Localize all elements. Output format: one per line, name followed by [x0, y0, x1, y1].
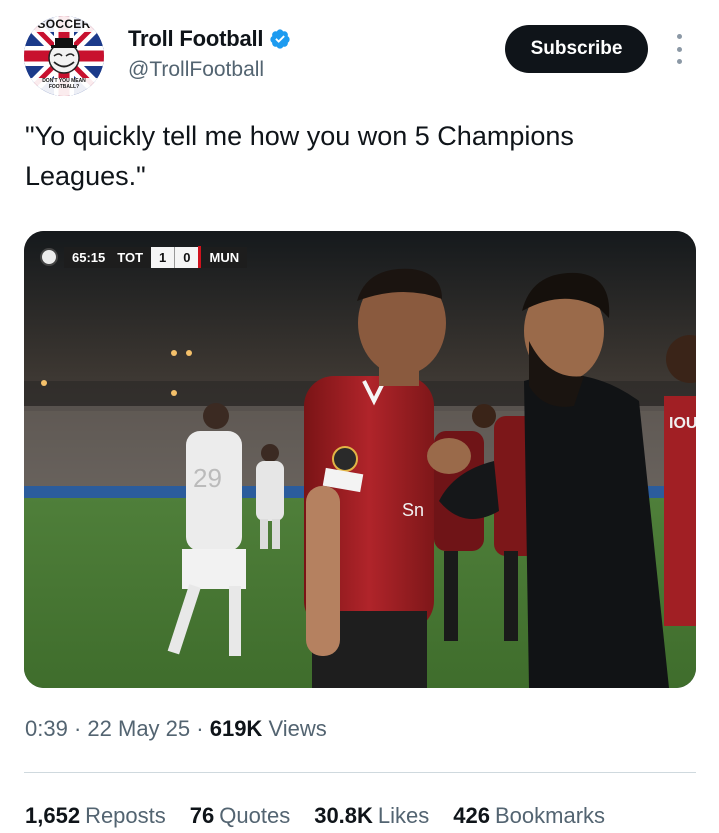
dot: [676, 46, 682, 52]
engagement-stats: 1,652 Reposts 76 Quotes 30.8K Likes 426 Book…: [25, 803, 605, 829]
quotes-count: 76: [189, 803, 215, 828]
scoreboard: 65:15 TOT 1 0 MUN: [40, 246, 248, 268]
bookmarks-label: Bookmarks: [495, 803, 606, 828]
avatar-top-text: SOCCER: [37, 17, 91, 31]
reposts-label: Reposts: [85, 803, 166, 828]
away-score: 0: [174, 246, 199, 268]
post-time[interactable]: 0:39: [25, 716, 68, 741]
dot: [676, 59, 682, 64]
jersey-sponsor: Sn: [402, 500, 424, 520]
bookmarks-stat[interactable]: 426 Bookmarks: [453, 803, 605, 829]
post-date[interactable]: 22 May 25: [87, 716, 190, 741]
quotes-stat[interactable]: 76 Quotes: [190, 803, 290, 829]
home-team: TOT: [113, 246, 152, 268]
reposts-count: 1,652: [25, 803, 81, 828]
views-label: Views: [268, 716, 327, 741]
reposts-stat[interactable]: 1,652 Reposts: [25, 803, 166, 829]
meta-separator: ·: [73, 716, 82, 741]
dot: [676, 34, 682, 39]
likes-stat[interactable]: 30.8K Likes: [314, 803, 429, 829]
verified-badge-icon[interactable]: [269, 28, 291, 50]
tweet-media-video[interactable]: 29 Sn IOU 65:15 TOT 1 0 MUN: [24, 231, 696, 688]
name-row: Troll Football: [128, 26, 291, 52]
europa-league-logo-icon: [40, 248, 58, 266]
home-score: 1: [151, 246, 175, 268]
likes-label: Likes: [377, 803, 430, 828]
bookmarks-count: 426: [453, 803, 490, 828]
match-clock: 65:15: [64, 246, 114, 268]
subscribe-button[interactable]: Subscribe: [505, 25, 648, 73]
tweet-meta: 0:39 · 22 May 25 · 619K Views: [25, 716, 327, 742]
sleeve-text: IOU: [669, 415, 696, 432]
meta-separator: ·: [196, 716, 204, 741]
video-frame: 29 Sn IOU: [24, 231, 696, 688]
player-number: 29: [193, 463, 222, 493]
divider: [24, 772, 696, 773]
tweet-header: SOCCER DON'T YOU MEAN FOOTBALL? Troll Fo…: [0, 0, 719, 110]
views-count: 619K: [209, 716, 263, 741]
tweet-text: "Yo quickly tell me how you won 5 Champi…: [25, 121, 574, 191]
away-team: MUN: [201, 246, 248, 268]
avatar[interactable]: SOCCER DON'T YOU MEAN FOOTBALL?: [24, 16, 104, 96]
quotes-label: Quotes: [219, 803, 291, 828]
handle[interactable]: @TrollFootball: [128, 58, 264, 82]
avatar-bottom-text: DON'T YOU MEAN FOOTBALL?: [42, 78, 86, 90]
likes-count: 30.8K: [314, 803, 373, 828]
more-options-icon[interactable]: [672, 34, 686, 64]
display-name[interactable]: Troll Football: [128, 26, 264, 52]
